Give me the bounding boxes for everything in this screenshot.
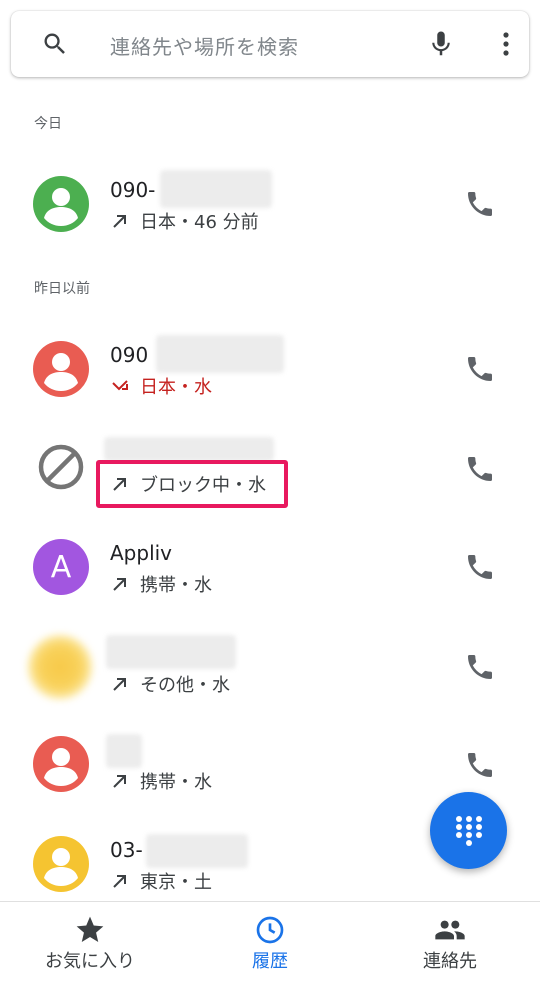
call-log-row[interactable]: A Appliv 携帯・水: [0, 517, 540, 617]
redacted-number: [106, 635, 236, 669]
call-phone-icon[interactable]: [464, 749, 496, 781]
contact-name: Appliv: [110, 541, 173, 565]
missed-call-arrow-icon: [112, 380, 128, 391]
call-meta: 日本・水: [110, 373, 212, 399]
dialpad-button[interactable]: [430, 792, 507, 869]
outgoing-call-arrow-icon: [113, 215, 126, 228]
section-label-today: 今日: [34, 116, 62, 132]
call-meta: 携帯・水: [110, 768, 212, 794]
call-log-row[interactable]: 090 日本・水: [0, 319, 540, 419]
contact-photo: [28, 635, 92, 699]
contact-avatar: [33, 836, 89, 892]
person-icon: [44, 188, 78, 226]
search-icon: [44, 33, 65, 54]
people-icon: [435, 920, 465, 940]
nav-contacts-label: 連絡先: [423, 951, 477, 972]
nav-favorites[interactable]: お気に入り: [0, 902, 180, 981]
contact-avatar: [33, 736, 89, 792]
search-input[interactable]: 連絡先や場所を検索: [110, 31, 299, 60]
redacted-number: [160, 170, 272, 208]
call-meta: 携帯・水: [110, 571, 212, 597]
star-icon: [76, 916, 104, 942]
outgoing-call-arrow-icon: [113, 775, 126, 788]
person-icon: [44, 848, 78, 886]
call-phone-icon[interactable]: [464, 353, 496, 385]
section-label-earlier: 昨日以前: [34, 281, 90, 297]
contact-name: 090-: [110, 178, 156, 202]
contact-avatar: [33, 341, 89, 397]
person-icon: [44, 748, 78, 786]
outgoing-call-arrow-icon: [113, 678, 126, 691]
contact-name: 03-: [110, 838, 143, 862]
more-vert-icon[interactable]: [494, 29, 518, 59]
contact-avatar: [33, 176, 89, 232]
call-phone-icon[interactable]: [464, 188, 496, 220]
call-meta: 東京・土: [110, 868, 212, 894]
call-meta: 日本・46 分前: [110, 208, 259, 234]
call-phone-icon[interactable]: [464, 651, 496, 683]
microphone-icon[interactable]: [426, 28, 456, 60]
search-bar[interactable]: 連絡先や場所を検索: [11, 11, 529, 77]
bottom-navigation: お気に入り 履歴 連絡先: [0, 901, 540, 981]
call-phone-icon[interactable]: [464, 551, 496, 583]
call-phone-icon[interactable]: [464, 453, 496, 485]
call-meta: その他・水: [110, 671, 230, 697]
highlight-box: [96, 460, 288, 508]
dialpad-icon: [455, 815, 482, 846]
outgoing-call-arrow-icon: [113, 875, 126, 888]
phone-app-call-history: 連絡先や場所を検索 今日 昨日以前 090- 日本・46 分前 090 日本・水…: [0, 0, 540, 981]
call-log-row[interactable]: その他・水: [0, 617, 540, 717]
nav-contacts[interactable]: 連絡先: [360, 902, 540, 981]
contact-avatar: A: [33, 539, 89, 595]
nav-history-label: 履歴: [252, 951, 288, 972]
redacted-number: [104, 437, 274, 461]
redacted-number: [156, 335, 284, 373]
person-icon: [44, 353, 78, 391]
contact-name: 090: [110, 343, 149, 367]
redacted-number: [106, 734, 142, 768]
nav-history[interactable]: 履歴: [180, 902, 360, 981]
redacted-number: [146, 834, 248, 868]
call-log-row[interactable]: 090- 日本・46 分前: [0, 154, 540, 254]
blocked-icon: [38, 444, 84, 490]
outgoing-call-arrow-icon: [113, 578, 126, 591]
clock-icon: [256, 916, 284, 944]
nav-favorites-label: お気に入り: [45, 951, 135, 972]
